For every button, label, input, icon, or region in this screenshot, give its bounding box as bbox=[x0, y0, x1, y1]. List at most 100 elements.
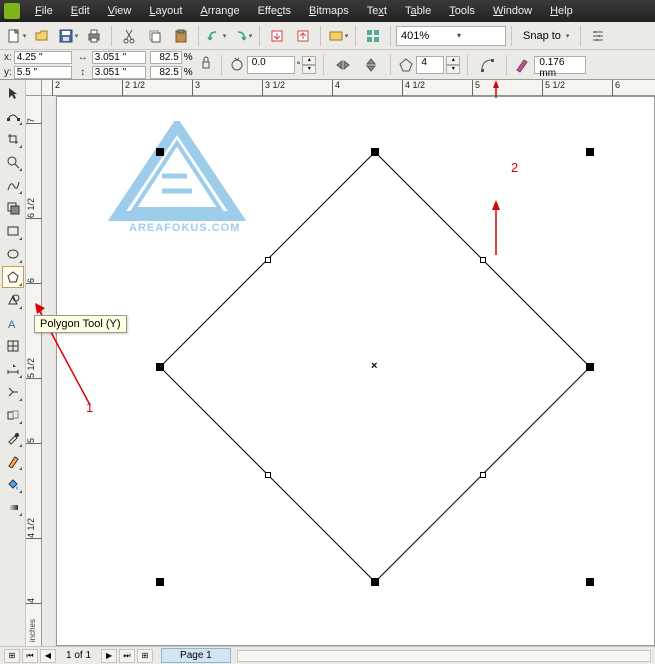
to-curves-button[interactable] bbox=[475, 54, 499, 76]
ruler-vertical[interactable]: 7 6 1/2 6 5 1/2 5 4 1/2 4 inches bbox=[26, 96, 42, 646]
outline-pen-icon bbox=[514, 57, 530, 73]
menu-tools[interactable]: Tools bbox=[440, 5, 484, 17]
position-group: x: 4.25 " y: 5.5 " bbox=[4, 50, 72, 79]
ellipse-tool[interactable] bbox=[2, 243, 24, 265]
selection-handle[interactable] bbox=[371, 148, 379, 156]
new-button[interactable]: ▾ bbox=[4, 25, 28, 47]
shape-node[interactable] bbox=[265, 257, 271, 263]
open-button[interactable] bbox=[30, 25, 54, 47]
rotation-field[interactable]: 0.0 bbox=[247, 56, 295, 74]
menu-window[interactable]: Window bbox=[484, 5, 541, 17]
width-field[interactable]: 3.051 " bbox=[92, 51, 146, 64]
dimension-tool[interactable] bbox=[2, 358, 24, 380]
selection-handle[interactable] bbox=[156, 578, 164, 586]
selected-polygon-shape[interactable]: × bbox=[135, 127, 615, 610]
selection-handle[interactable] bbox=[156, 148, 164, 156]
selection-handle[interactable] bbox=[586, 148, 594, 156]
interactive-fill-tool[interactable] bbox=[2, 496, 24, 518]
ruler-horizontal[interactable]: 2 2 1/2 3 3 1/2 4 4 1/2 5 5 1/2 6 bbox=[42, 80, 655, 96]
svg-text:A: A bbox=[8, 319, 16, 330]
outline-tool[interactable] bbox=[2, 450, 24, 472]
basic-shapes-tool[interactable] bbox=[2, 289, 24, 311]
save-button[interactable]: ▾ bbox=[56, 25, 80, 47]
hscroll-track[interactable] bbox=[237, 650, 651, 662]
selection-handle[interactable] bbox=[156, 363, 164, 371]
cut-button[interactable] bbox=[117, 25, 141, 47]
smart-fill-tool[interactable] bbox=[2, 197, 24, 219]
page-tab[interactable]: Page 1 bbox=[161, 648, 231, 663]
menu-bitmaps[interactable]: Bitmaps bbox=[300, 5, 358, 17]
zoom-level-field[interactable]: 401% ▾ bbox=[396, 26, 506, 46]
menu-edit[interactable]: Edit bbox=[62, 5, 99, 17]
fill-tool[interactable] bbox=[2, 473, 24, 495]
drawing-page[interactable]: AREAFOKUS.COM bbox=[56, 96, 655, 646]
page-add-after-button[interactable]: ⊞ bbox=[137, 649, 153, 663]
menu-file[interactable]: File bbox=[26, 5, 62, 17]
table-tool[interactable] bbox=[2, 335, 24, 357]
shape-node[interactable] bbox=[265, 472, 271, 478]
blend-tool[interactable] bbox=[2, 404, 24, 426]
text-tool[interactable]: A bbox=[2, 312, 24, 334]
mirror-h-button[interactable] bbox=[331, 54, 355, 76]
snap-to-dropdown[interactable]: Snap to ▾ bbox=[517, 30, 575, 42]
redo-button[interactable]: ▾ bbox=[230, 25, 254, 47]
rectangle-tool[interactable] bbox=[2, 220, 24, 242]
print-button[interactable] bbox=[82, 25, 106, 47]
page-add-button[interactable]: ⊞ bbox=[4, 649, 20, 663]
sides-spinner[interactable]: ▴▾ bbox=[446, 56, 460, 74]
pick-tool[interactable] bbox=[2, 82, 24, 104]
menu-text[interactable]: Text bbox=[358, 5, 396, 17]
page-prev-button[interactable]: ◀ bbox=[40, 649, 56, 663]
scale-x-field[interactable]: 82.5 bbox=[150, 51, 182, 64]
paste-button[interactable] bbox=[169, 25, 193, 47]
canvas-area[interactable]: 2 2 1/2 3 3 1/2 4 4 1/2 5 5 1/2 6 7 6 1/… bbox=[26, 80, 655, 646]
height-field[interactable]: 3.051 " bbox=[92, 66, 146, 79]
freehand-tool[interactable] bbox=[2, 174, 24, 196]
ruler-origin[interactable] bbox=[26, 80, 42, 96]
copy-button[interactable] bbox=[143, 25, 167, 47]
menu-help[interactable]: Help bbox=[541, 5, 582, 17]
rotation-icon bbox=[229, 57, 245, 73]
selection-handle[interactable] bbox=[586, 578, 594, 586]
rotation-spinner[interactable]: ▴▾ bbox=[302, 56, 316, 74]
x-field[interactable]: 4.25 " bbox=[14, 51, 72, 64]
import-button[interactable] bbox=[265, 25, 289, 47]
shape-tool[interactable] bbox=[2, 105, 24, 127]
connector-tool[interactable] bbox=[2, 381, 24, 403]
outline-width-field[interactable]: 0.176 mm bbox=[534, 56, 586, 74]
lock-ratio-button[interactable] bbox=[198, 53, 214, 77]
toolbox: A bbox=[0, 80, 26, 646]
selection-handle[interactable] bbox=[586, 363, 594, 371]
polygon-sides-group: 4 ▴▾ bbox=[398, 56, 460, 74]
zoom-value: 401% bbox=[401, 30, 445, 42]
menu-arrange[interactable]: Arrange bbox=[191, 5, 248, 17]
zoom-tool[interactable] bbox=[2, 151, 24, 173]
mirror-v-button[interactable] bbox=[359, 54, 383, 76]
publish-button[interactable]: ▾ bbox=[326, 25, 350, 47]
polygon-sides-field[interactable]: 4 bbox=[416, 56, 444, 74]
menu-view[interactable]: View bbox=[99, 5, 141, 17]
crop-tool[interactable] bbox=[2, 128, 24, 150]
polygon-tool[interactable] bbox=[2, 266, 24, 288]
options-button[interactable] bbox=[586, 25, 610, 47]
x-label: x: bbox=[4, 52, 12, 63]
scale-y-field[interactable]: 82.5 bbox=[150, 66, 182, 79]
app-launcher-button[interactable] bbox=[361, 25, 385, 47]
eyedropper-tool[interactable] bbox=[2, 427, 24, 449]
export-button[interactable] bbox=[291, 25, 315, 47]
shape-node[interactable] bbox=[480, 472, 486, 478]
shape-node[interactable] bbox=[480, 257, 486, 263]
y-field[interactable]: 5.5 " bbox=[14, 66, 72, 79]
page-first-button[interactable]: ⏮ bbox=[22, 649, 38, 663]
page-next-button[interactable]: ▶ bbox=[101, 649, 117, 663]
tooltip: Polygon Tool (Y) bbox=[34, 315, 127, 333]
main-toolbar: ▾ ▾ ▾ ▾ ▾ 401% ▾ Snap to ▾ bbox=[0, 22, 655, 50]
menu-layout[interactable]: Layout bbox=[140, 5, 191, 17]
selection-handle[interactable] bbox=[371, 578, 379, 586]
page-last-button[interactable]: ⏭ bbox=[119, 649, 135, 663]
height-icon: ↕ bbox=[76, 67, 90, 78]
menu-effects[interactable]: Effects bbox=[249, 5, 300, 17]
page-count: 1 of 1 bbox=[58, 650, 99, 661]
menu-table[interactable]: Table bbox=[396, 5, 440, 17]
undo-button[interactable]: ▾ bbox=[204, 25, 228, 47]
